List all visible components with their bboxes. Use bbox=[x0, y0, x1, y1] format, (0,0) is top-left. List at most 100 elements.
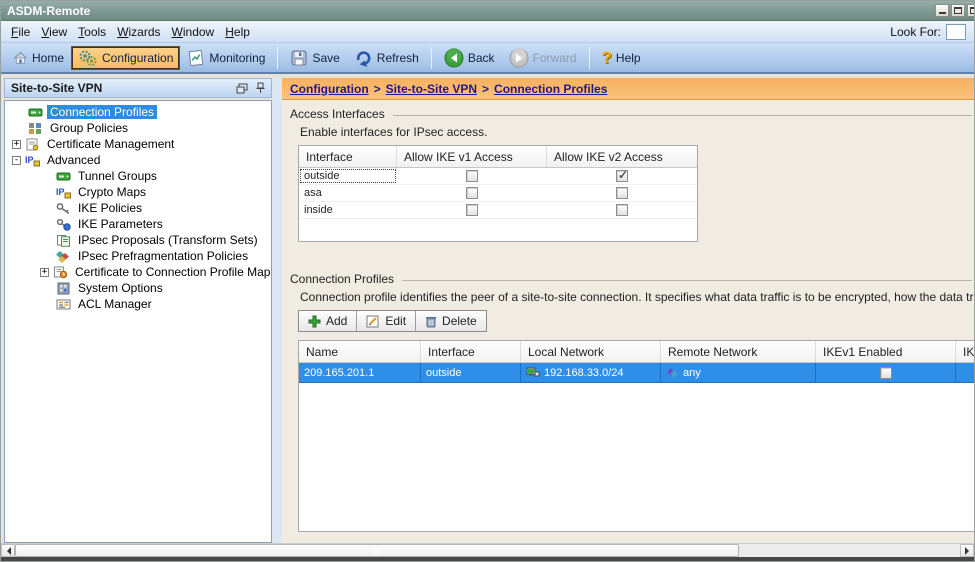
profile-name-cell[interactable]: 209.165.201.1 bbox=[299, 363, 421, 382]
ikev2-checkbox[interactable] bbox=[616, 187, 628, 199]
tree-item-connection-profiles[interactable]: Connection Profiles bbox=[5, 104, 271, 120]
network-icon bbox=[526, 367, 540, 379]
breadcrumb-separator: > bbox=[374, 82, 381, 96]
tree-item-certificate-to-connection-profile-maps[interactable]: + Certificate to Connection Profile Maps bbox=[5, 264, 271, 280]
col-interface[interactable]: Interface bbox=[421, 341, 521, 362]
ikev1-checkbox[interactable] bbox=[466, 170, 478, 182]
breadcrumb-site-to-site-vpn[interactable]: Site-to-Site VPN bbox=[386, 82, 477, 96]
breadcrumb-connection-profiles[interactable]: Connection Profiles bbox=[494, 82, 607, 96]
tree-item-acl-manager[interactable]: ACL Manager bbox=[5, 296, 271, 312]
look-for-input[interactable] bbox=[946, 24, 966, 40]
table-row-asa[interactable]: asa bbox=[299, 185, 697, 202]
menu-window[interactable]: Window bbox=[170, 23, 224, 41]
toolbar: Home Configuration Monitoring Save Refre… bbox=[1, 43, 974, 74]
add-button[interactable]: Add bbox=[299, 311, 357, 331]
table-row-inside[interactable]: inside bbox=[299, 202, 697, 219]
profile-local-network-cell[interactable]: 192.168.33.0/24 bbox=[521, 363, 661, 382]
certificate-map-icon bbox=[53, 266, 68, 279]
toolbar-separator bbox=[277, 47, 278, 69]
minimize-icon bbox=[939, 12, 946, 14]
pin-icon[interactable] bbox=[256, 82, 265, 94]
close-icon bbox=[970, 7, 975, 14]
col-remote-network[interactable]: Remote Network bbox=[661, 341, 816, 362]
home-button[interactable]: Home bbox=[6, 48, 71, 68]
menu-file[interactable]: File bbox=[9, 23, 39, 41]
float-panel-icon[interactable] bbox=[236, 83, 248, 94]
table-row-outside[interactable]: outside bbox=[299, 168, 697, 185]
breadcrumb: Configuration > Site-to-Site VPN > Conne… bbox=[282, 78, 975, 100]
expander-icon[interactable]: + bbox=[40, 268, 49, 277]
table-header-row: Interface Allow IKE v1 Access Allow IKE … bbox=[299, 146, 697, 168]
tree-item-group-policies[interactable]: Group Policies bbox=[5, 120, 271, 136]
menu-tools[interactable]: Tools bbox=[76, 23, 115, 41]
tree-item-crypto-maps[interactable]: IP Crypto Maps bbox=[5, 184, 271, 200]
col-ikev2-enabled[interactable]: IKEv2 Enabled bbox=[956, 341, 975, 362]
col-local-network[interactable]: Local Network bbox=[521, 341, 661, 362]
ikev1-checkbox[interactable] bbox=[466, 204, 478, 216]
back-button[interactable]: Back bbox=[437, 45, 502, 71]
tree-item-advanced[interactable]: - IP Advanced bbox=[5, 152, 271, 168]
group-divider bbox=[393, 115, 972, 116]
col-name[interactable]: Name bbox=[299, 341, 421, 362]
window-title: ASDM-Remote bbox=[7, 4, 90, 18]
tree-item-ike-policies[interactable]: IKE Policies bbox=[5, 200, 271, 216]
help-button[interactable]: ? Help bbox=[595, 45, 648, 71]
breadcrumb-configuration[interactable]: Configuration bbox=[290, 82, 369, 96]
window-controls bbox=[935, 4, 975, 17]
menu-wizards[interactable]: Wizards bbox=[115, 23, 169, 41]
tree-item-ipsec-prefragmentation[interactable]: IPsec Prefragmentation Policies bbox=[5, 248, 271, 264]
breadcrumb-separator: > bbox=[482, 82, 489, 96]
delete-button[interactable]: Delete bbox=[416, 311, 486, 331]
help-icon: ? bbox=[602, 48, 612, 68]
edit-button[interactable]: Edit bbox=[357, 311, 416, 331]
interface-cell[interactable]: outside bbox=[299, 168, 397, 184]
col-ikev1-enabled[interactable]: IKEv1 Enabled bbox=[816, 341, 956, 362]
scroll-right-button[interactable] bbox=[960, 544, 974, 557]
toolbar-separator bbox=[589, 47, 590, 69]
add-icon bbox=[308, 315, 321, 328]
save-button[interactable]: Save bbox=[283, 46, 346, 70]
profile-actions: Add Edit Delete bbox=[298, 310, 487, 332]
interface-cell[interactable]: asa bbox=[299, 185, 397, 201]
monitoring-button[interactable]: Monitoring bbox=[180, 46, 272, 70]
certificate-management-icon bbox=[25, 138, 40, 151]
tree-item-system-options[interactable]: System Options bbox=[5, 280, 271, 296]
col-ikev2-access[interactable]: Allow IKE v2 Access bbox=[547, 146, 697, 167]
refresh-button[interactable]: Refresh bbox=[347, 46, 426, 70]
toolbar-separator bbox=[431, 47, 432, 69]
connection-profiles-section-title: Connection Profiles bbox=[290, 272, 972, 286]
tree-item-certificate-management[interactable]: + Certificate Management bbox=[5, 136, 271, 152]
profile-row-selected[interactable]: 209.165.201.1 outside 192.168.33.0/24 an… bbox=[299, 363, 975, 383]
minimize-button[interactable] bbox=[935, 4, 949, 17]
main-pane: Configuration > Site-to-Site VPN > Conne… bbox=[282, 78, 975, 545]
tree-item-ipsec-proposals[interactable]: IPsec Proposals (Transform Sets) bbox=[5, 232, 271, 248]
pane-splitter[interactable] bbox=[272, 78, 282, 545]
profile-remote-network-cell[interactable]: any bbox=[661, 363, 816, 382]
maximize-button[interactable] bbox=[951, 4, 965, 17]
menu-help[interactable]: Help bbox=[223, 23, 259, 41]
access-interfaces-table: Interface Allow IKE v1 Access Allow IKE … bbox=[298, 145, 698, 242]
tree-item-ike-parameters[interactable]: IKE Parameters bbox=[5, 216, 271, 232]
ikev2-checkbox[interactable] bbox=[616, 204, 628, 216]
expander-icon[interactable]: - bbox=[12, 156, 21, 165]
col-interface[interactable]: Interface bbox=[299, 146, 397, 167]
profile-interface-cell[interactable]: outside bbox=[421, 363, 521, 382]
ikev2-checkbox[interactable] bbox=[616, 170, 628, 182]
sidebar-title: Site-to-Site VPN bbox=[11, 81, 102, 95]
col-ikev1-access[interactable]: Allow IKE v1 Access bbox=[397, 146, 547, 167]
access-interfaces-description: Enable interfaces for IPsec access. bbox=[300, 125, 975, 139]
profile-ikev2-cell[interactable] bbox=[956, 363, 975, 382]
expander-icon[interactable]: + bbox=[12, 140, 21, 149]
ikev1-enabled-checkbox[interactable] bbox=[880, 367, 892, 379]
menu-view[interactable]: View bbox=[39, 23, 76, 41]
scroll-left-button[interactable] bbox=[1, 544, 15, 557]
interface-cell[interactable]: inside bbox=[299, 202, 397, 218]
tree-item-tunnel-groups[interactable]: Tunnel Groups bbox=[5, 168, 271, 184]
ikev1-checkbox[interactable] bbox=[466, 187, 478, 199]
configuration-button[interactable]: Configuration bbox=[71, 46, 180, 70]
close-button[interactable] bbox=[967, 4, 975, 17]
scrollbar-thumb[interactable] bbox=[15, 544, 739, 557]
refresh-icon bbox=[354, 49, 373, 67]
thumb-grip bbox=[377, 547, 378, 555]
forward-button[interactable]: Forward bbox=[502, 45, 584, 71]
